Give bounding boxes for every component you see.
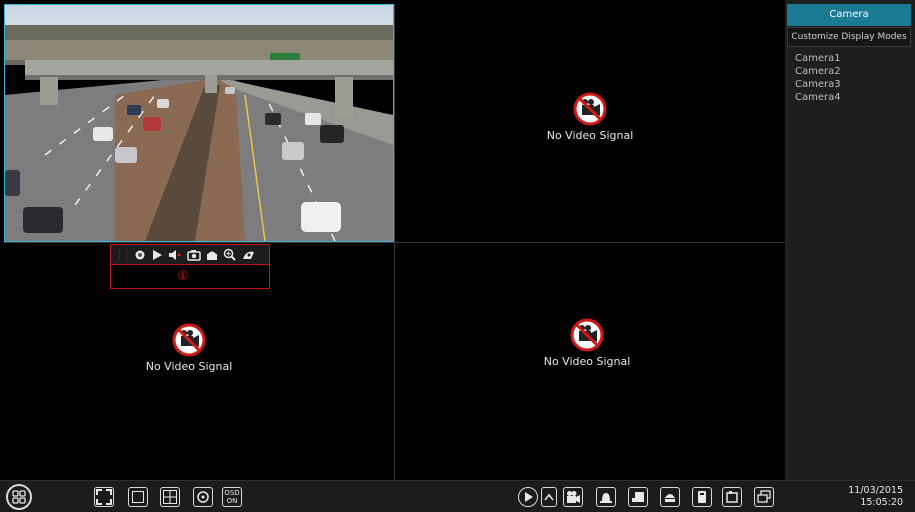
drag-handle-icon[interactable]: ⋮⋮ (115, 250, 131, 260)
record-status-icon (632, 492, 644, 502)
camera-list-item[interactable]: Camera1 (795, 52, 841, 65)
start-menu-button[interactable] (6, 484, 32, 510)
osd-state: ON (226, 497, 238, 505)
color-adjust-icon[interactable] (241, 249, 257, 261)
camera-list-item[interactable]: Camera3 (795, 78, 841, 91)
osd-toggle-button[interactable]: OSD ON (222, 487, 242, 507)
grid-divider-horizontal (4, 242, 785, 243)
fullscreen-icon (96, 489, 112, 505)
no-video-icon (172, 323, 206, 357)
audio-icon[interactable] (168, 249, 182, 261)
start-menu-icon (12, 490, 26, 504)
alarm-icon (600, 493, 612, 503)
ptz-icon[interactable] (206, 249, 218, 261)
network-icon (757, 490, 771, 503)
camera4-view[interactable]: No Video Signal (395, 243, 785, 480)
chevron-up-icon (544, 493, 554, 501)
quad-view-icon (163, 490, 177, 504)
play-icon[interactable] (151, 249, 163, 261)
system-clock: 11/03/2015 15:05:20 (848, 485, 903, 509)
expand-button[interactable] (541, 487, 557, 507)
tab-camera[interactable]: Camera (787, 4, 911, 26)
camera-list-item[interactable]: Camera2 (795, 65, 841, 78)
disk-info-button[interactable] (692, 487, 712, 507)
osd-label: OSD (224, 489, 240, 497)
sequence-icon (197, 491, 209, 503)
no-video-icon (573, 92, 607, 126)
ptz-dome-icon (665, 494, 675, 502)
backup-icon (726, 491, 738, 503)
no-signal-label: No Video Signal (546, 129, 634, 142)
single-view-icon (132, 491, 144, 503)
camera2-view[interactable]: No Video Signal (395, 4, 785, 242)
manual-record-button[interactable] (563, 487, 583, 507)
bottom-control-bar: OSD ON 11/03/2015 15:05:20 (0, 480, 915, 512)
camera1-live-image (5, 5, 393, 241)
disk-icon (698, 491, 706, 503)
no-signal-indicator: No Video Signal (540, 92, 640, 142)
record-icon[interactable] (134, 249, 146, 261)
quad-view-button[interactable] (160, 487, 180, 507)
record-status-button[interactable] (628, 487, 648, 507)
no-signal-label: No Video Signal (145, 360, 233, 373)
snapshot-icon[interactable] (187, 249, 201, 261)
quick-toolbar-buttons: ⋮⋮ (111, 245, 269, 265)
manual-alarm-button[interactable] (596, 487, 616, 507)
network-button[interactable] (754, 487, 774, 507)
no-signal-indicator: No Video Signal (139, 323, 239, 373)
camera-quick-toolbar: ⋮⋮ ① (110, 244, 270, 289)
no-signal-label: No Video Signal (543, 355, 631, 368)
camera-list-item[interactable]: Camera4 (795, 91, 841, 104)
record-camera-icon (567, 491, 580, 503)
no-signal-indicator: No Video Signal (537, 318, 637, 368)
play-circle-icon (525, 492, 533, 502)
system-time: 15:05:20 (860, 497, 903, 508)
backup-button[interactable] (722, 487, 742, 507)
callout-marker: ① (177, 269, 189, 284)
sequence-button[interactable] (193, 487, 213, 507)
playback-button[interactable] (518, 487, 538, 507)
fullscreen-button[interactable] (94, 487, 114, 507)
ptz-button[interactable] (660, 487, 680, 507)
single-view-button[interactable] (128, 487, 148, 507)
no-video-icon (570, 318, 604, 352)
zoom-in-icon[interactable] (223, 248, 236, 261)
camera1-view[interactable] (4, 4, 394, 242)
tab-customize-display-modes[interactable]: Customize Display Modes (787, 27, 911, 47)
camera-list: Camera1 Camera2 Camera3 Camera4 (795, 52, 841, 104)
system-date: 11/03/2015 (848, 485, 903, 496)
camera-side-panel: Camera Customize Display Modes Camera1 C… (785, 0, 915, 480)
